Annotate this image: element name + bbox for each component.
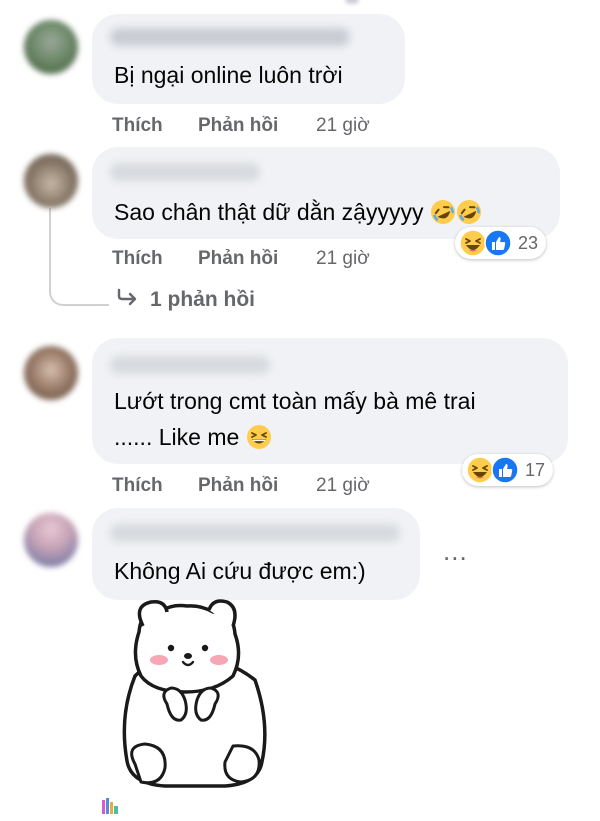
author-name[interactable] bbox=[110, 356, 270, 374]
comment-text: Không Ai cứu được em:) bbox=[114, 558, 366, 584]
comment-bubble: Không Ai cứu được em:) bbox=[92, 508, 420, 600]
grinning-squint-emoji-icon bbox=[246, 424, 272, 459]
more-options-button[interactable]: ... bbox=[443, 538, 468, 564]
avatar[interactable] bbox=[24, 513, 78, 567]
comment-text: Bị ngại online luôn trời bbox=[114, 62, 343, 88]
partial-reaction-top bbox=[345, 0, 359, 4]
comment-text-line-1: Lướt trong cmt toàn mấy bà mê trai bbox=[114, 388, 476, 414]
reaction-summary[interactable]: 17 bbox=[462, 454, 554, 486]
comment-text: Sao chân thật dữ dằn zậyyyyy bbox=[114, 195, 482, 234]
comment-time[interactable]: 21 giờ bbox=[316, 115, 370, 137]
haha-reaction-icon bbox=[459, 229, 487, 257]
haha-reaction-icon bbox=[466, 456, 494, 484]
author-name[interactable] bbox=[110, 524, 400, 542]
like-action[interactable]: Thích bbox=[112, 115, 163, 137]
author-name[interactable] bbox=[110, 163, 260, 181]
view-replies-label: 1 phản hồi bbox=[150, 288, 255, 311]
reply-action[interactable]: Phản hồi bbox=[198, 475, 278, 497]
comment-text-line-2-content: ...... Like me bbox=[114, 424, 240, 450]
comment-time[interactable]: 21 giờ bbox=[316, 248, 370, 270]
comment-text-line-2: ...... Like me bbox=[114, 420, 272, 459]
like-action[interactable]: Thích bbox=[112, 475, 163, 497]
like-reaction-icon bbox=[491, 456, 519, 484]
reply-action[interactable]: Phản hồi bbox=[198, 248, 278, 270]
rolling-laughing-emoji-icon bbox=[430, 199, 456, 234]
reaction-count: 23 bbox=[518, 232, 539, 253]
like-reaction-icon bbox=[484, 229, 512, 257]
reaction-summary[interactable]: 23 bbox=[455, 227, 547, 259]
reply-arrow-icon bbox=[116, 288, 138, 312]
comment-text-content: Sao chân thật dữ dằn zậyyyyy bbox=[114, 199, 424, 225]
reaction-count: 17 bbox=[525, 459, 546, 480]
sticker-loading-icon bbox=[100, 796, 122, 816]
avatar[interactable] bbox=[24, 154, 78, 208]
avatar[interactable] bbox=[24, 346, 78, 400]
avatar[interactable] bbox=[24, 20, 78, 74]
author-name[interactable] bbox=[110, 28, 350, 46]
comment-bubble: Lướt trong cmt toàn mấy bà mê trai .....… bbox=[92, 338, 568, 464]
comment-bubble: Bị ngại online luôn trời bbox=[92, 14, 405, 104]
view-replies-link[interactable]: 1 phản hồi bbox=[116, 288, 255, 312]
like-action[interactable]: Thích bbox=[112, 248, 163, 270]
comment-bubble: Sao chân thật dữ dằn zậyyyyy bbox=[92, 147, 560, 239]
reply-action[interactable]: Phản hồi bbox=[198, 115, 278, 137]
shy-polar-bear-sticker[interactable] bbox=[105, 596, 280, 796]
comment-time[interactable]: 21 giờ bbox=[316, 475, 370, 497]
